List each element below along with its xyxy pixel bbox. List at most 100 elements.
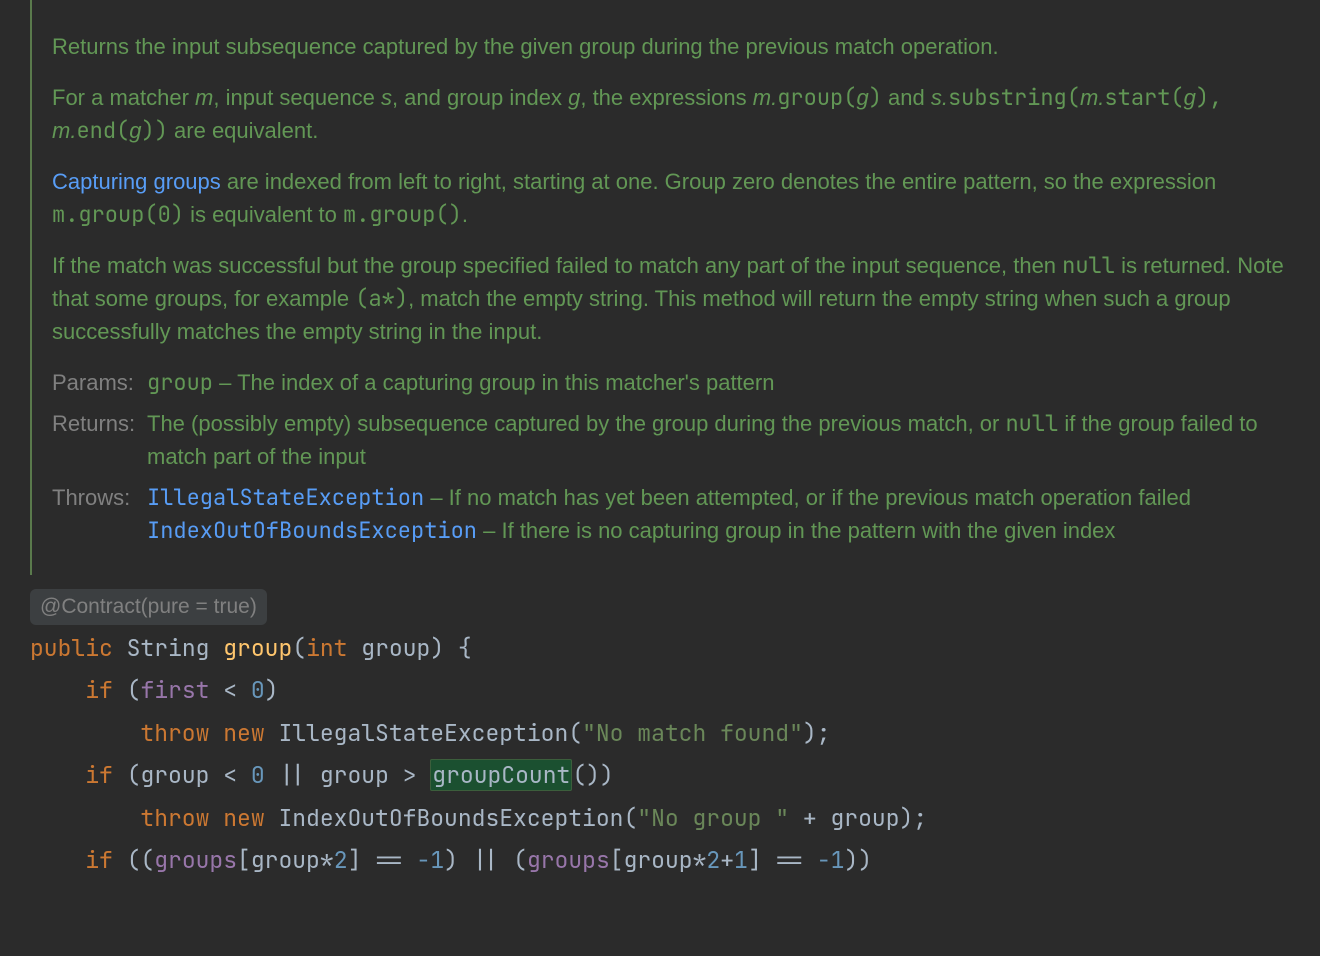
op: == [361,845,416,875]
field-groups: groups [154,845,237,875]
bracket: ] [748,845,762,875]
javadoc-throws: Throws: IllegalStateException – If no ma… [52,481,1290,547]
doc-code: end( [76,116,129,145]
ident-group: group [251,845,320,875]
doc-text: If the match was successful but the grou… [52,253,1062,278]
doc-text: . [462,202,468,227]
bracket: ] [348,845,362,875]
javadoc-returns: Returns: The (possibly empty) subsequenc… [52,407,1290,473]
doc-var: m. [52,118,76,143]
doc-code: ) [869,83,882,112]
num: 2 [706,845,720,875]
doc-code: )) [142,116,168,145]
op: == [762,845,817,875]
doc-code: substring( [948,83,1080,112]
doc-text: For a matcher [52,85,195,110]
javadoc-paragraph: Capturing groups are indexed from left t… [52,165,1290,231]
dash: – [213,370,237,395]
cls-ioobe: IndexOutOfBoundsException [278,803,623,833]
paren: ( [623,803,637,833]
num: 0 [251,675,265,705]
doc-var: s. [931,85,948,110]
doc-var: g [129,118,141,143]
ident-group: group [624,845,693,875]
doc-text: are equivalent. [168,118,318,143]
doc-var: m. [1080,85,1104,110]
doc-text: , input sequence [213,85,381,110]
paren: ( [568,718,582,748]
annotation-row: @Contract(pure = true) [30,589,1320,625]
doc-link-illegalstateexception[interactable]: IllegalStateException [147,483,424,512]
doc-text: , and group index [392,85,568,110]
field-groups: groups [527,845,610,875]
doc-code: ), [1196,83,1222,112]
kw-if: if [85,675,113,705]
kw-throw: throw [140,803,209,833]
highlighted-call-groupcount[interactable]: groupCount [430,759,572,791]
num: 1 [734,845,748,875]
method-group: group [223,633,292,663]
paren: ( [127,760,141,790]
op: + [720,845,734,875]
doc-code: (a*) [355,284,408,313]
doc-var: m [195,85,213,110]
ident-group: group [140,760,209,790]
returns-desc: The (possibly empty) subsequence capture… [147,411,1005,436]
doc-link-indexoutofboundsexception[interactable]: IndexOutOfBoundsException [147,516,477,545]
kw-if: if [85,760,113,790]
javadoc-paragraph: For a matcher m, input sequence s, and g… [52,81,1290,147]
javadoc-params-label: Params: [52,366,147,399]
op: > [389,760,430,790]
kw-new: new [223,718,264,748]
kw-new: new [223,803,264,833]
doc-code: start( [1104,83,1183,112]
javadoc-block: Returns the input subsequence captured b… [30,0,1320,575]
num: -1 [417,845,445,875]
javadoc-throws-label: Throws: [52,481,147,547]
cls-ise: IllegalStateException [278,718,568,748]
ident-group: group [831,803,900,833]
num: 2 [334,845,348,875]
paren: (( [127,845,155,875]
javadoc-params-content: group – The index of a capturing group i… [147,366,1290,399]
paren: ); [900,803,928,833]
paren: ( [513,845,527,875]
ident-group: group [320,760,389,790]
op: || [265,760,320,790]
contract-annotation[interactable]: @Contract(pure = true) [30,589,267,625]
doc-var: m. [753,85,777,110]
doc-text: and [882,85,931,110]
doc-link-capturing-groups[interactable]: Capturing groups [52,169,221,194]
javadoc-paragraph: If the match was successful but the grou… [52,249,1290,348]
doc-text: are indexed from left to right, starting… [221,169,1216,194]
bracket: [ [237,845,251,875]
string-no-group: "No group " [637,803,789,833]
param-desc: The index of a capturing group in this m… [237,370,774,395]
code-editor[interactable]: public String group(int group) { if (fir… [30,627,1320,882]
paren: ) [444,845,458,875]
paren: ) { [430,633,471,663]
doc-code: null [1005,409,1058,438]
param-group: group [361,633,430,663]
throws-desc: – If there is no capturing group in the … [477,518,1115,543]
throws-desc: – If no match has yet been attempted, or… [424,485,1191,510]
javadoc-throws-content: IllegalStateException – If no match has … [147,481,1290,547]
kw-if: if [85,845,113,875]
op: * [320,845,334,875]
type-string: String [127,633,210,663]
javadoc-params: Params: group – The index of a capturing… [52,366,1290,399]
num: 0 [251,760,265,790]
paren: ()) [572,760,613,790]
op: * [693,845,707,875]
doc-var: s [381,85,392,110]
bracket: [ [610,845,624,875]
paren: ); [803,718,831,748]
doc-var: g [856,85,868,110]
doc-var: g [1184,85,1196,110]
doc-text: is equivalent to [184,202,343,227]
string-no-match: "No match found" [582,718,803,748]
doc-code: group( [777,83,856,112]
param-name: group [147,368,213,397]
javadoc-paragraph: Returns the input subsequence captured b… [52,30,1290,63]
javadoc-returns-content: The (possibly empty) subsequence capture… [147,407,1290,473]
